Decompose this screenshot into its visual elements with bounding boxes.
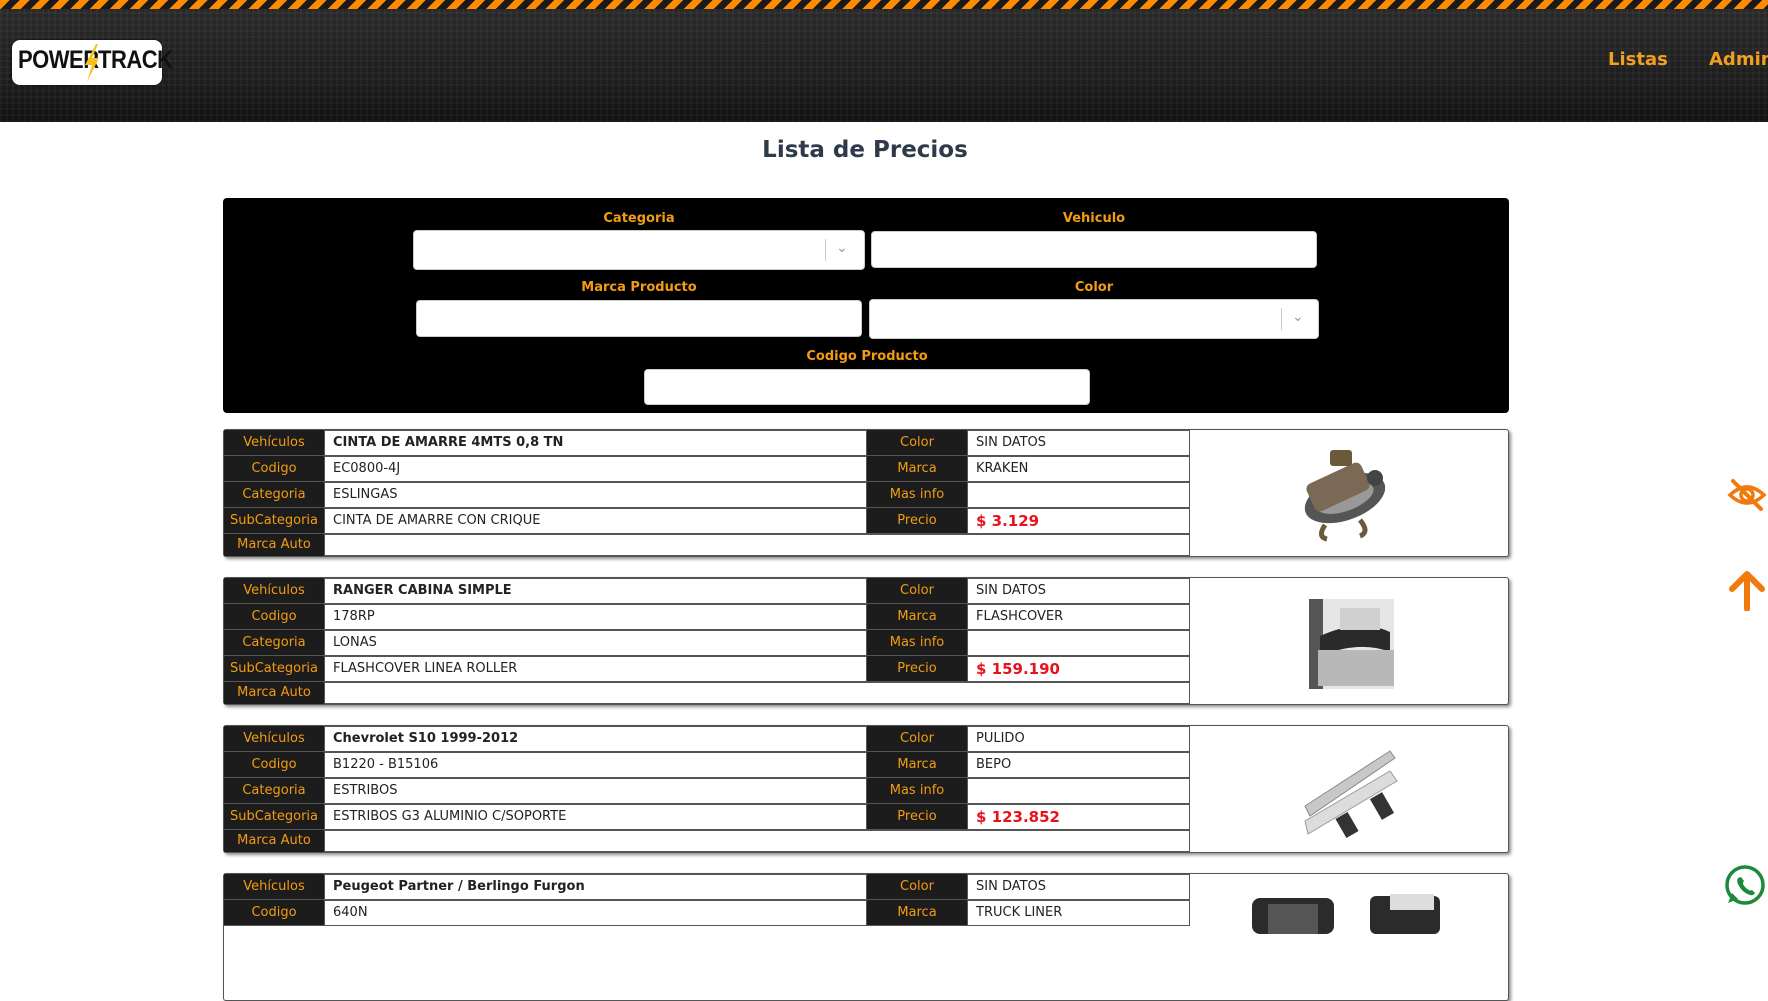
precio-value: $ 159.190 <box>967 656 1190 682</box>
product-card: Vehículos CINTA DE AMARRE 4MTS 0,8 TN Co… <box>223 429 1509 557</box>
vehiculos-label: Vehículos <box>224 430 324 456</box>
marca-auto-value <box>324 534 1190 556</box>
vehiculos-label: Vehículos <box>224 874 324 900</box>
precio-label: Precio <box>867 508 967 534</box>
marca-producto-input[interactable] <box>416 300 862 337</box>
categoria-label: Categoria <box>224 778 324 804</box>
subcategoria-value: ESTRIBOS G3 ALUMINIO C/SOPORTE <box>324 804 867 830</box>
hazard-stripe <box>0 0 1768 9</box>
running-board-image <box>1304 750 1398 839</box>
color-label: Color <box>867 578 967 604</box>
vehiculos-value: CINTA DE AMARRE 4MTS 0,8 TN <box>324 430 867 456</box>
marca-auto-label: Marca Auto <box>224 830 324 852</box>
tonneau-cover-image <box>1309 599 1394 689</box>
vehiculos-value: Peugeot Partner / Berlingo Furgon <box>324 874 867 900</box>
subcategoria-value: FLASHCOVER LINEA ROLLER <box>324 656 867 682</box>
color-value: PULIDO <box>967 726 1190 752</box>
precio-value: $ 3.129 <box>967 508 1190 534</box>
arrow-up-icon[interactable] <box>1728 569 1766 615</box>
codigo-value: EC0800-4J <box>324 456 867 482</box>
color-select[interactable]: ⌄ <box>869 299 1319 339</box>
marca-auto-value <box>324 682 1190 704</box>
marca-producto-label: Marca Producto <box>581 280 697 295</box>
color-label: Color <box>867 430 967 456</box>
subcategoria-label: SubCategoria <box>224 804 324 830</box>
categoria-label: Categoria <box>224 630 324 656</box>
precio-label: Precio <box>867 804 967 830</box>
categoria-value: ESTRIBOS <box>324 778 867 804</box>
color-label: Color <box>1074 280 1114 295</box>
whatsapp-icon[interactable] <box>1722 863 1768 913</box>
vehiculos-value: Chevrolet S10 1999-2012 <box>324 726 867 752</box>
select-separator <box>825 239 826 261</box>
codigo-value: 640N <box>324 900 867 926</box>
marca-label: Marca <box>867 456 967 482</box>
subcategoria-label: SubCategoria <box>224 656 324 682</box>
marca-auto-label: Marca Auto <box>224 534 324 556</box>
codigo-value: B1220 - B15106 <box>324 752 867 778</box>
codigo-label: Codigo <box>224 900 324 926</box>
ratchet-strap-image <box>1304 450 1386 542</box>
chevron-down-icon[interactable]: ⌄ <box>1292 309 1304 325</box>
codigo-label: Codigo <box>224 752 324 778</box>
product-image[interactable] <box>1190 578 1508 704</box>
marca-label: Marca <box>867 604 967 630</box>
product-card: Vehículos RANGER CABINA SIMPLE Color SIN… <box>223 577 1509 705</box>
vehiculos-label: Vehículos <box>224 726 324 752</box>
mas-info-value[interactable] <box>967 778 1190 804</box>
categoria-select[interactable]: ⌄ <box>413 230 865 270</box>
product-image[interactable] <box>1190 874 1508 1000</box>
categoria-label: Categoria <box>603 211 675 226</box>
marca-value: BEPO <box>967 752 1190 778</box>
mas-info-value[interactable] <box>967 482 1190 508</box>
codigo-label: Codigo <box>224 456 324 482</box>
logo[interactable]: POWER TRACK <box>12 40 173 85</box>
nav-listas[interactable]: Listas <box>1608 49 1668 70</box>
product-card: Vehículos Chevrolet S10 1999-2012 Color … <box>223 725 1509 853</box>
chevron-down-icon[interactable]: ⌄ <box>836 240 848 256</box>
vehiculos-label: Vehículos <box>224 578 324 604</box>
subcategoria-value: CINTA DE AMARRE CON CRIQUE <box>324 508 867 534</box>
select-separator <box>1281 308 1282 330</box>
precio-value: $ 123.852 <box>967 804 1190 830</box>
codigo-producto-label: Codigo Producto <box>806 349 928 364</box>
categoria-value: LONAS <box>324 630 867 656</box>
subcategoria-label: SubCategoria <box>224 508 324 534</box>
marca-label: Marca <box>867 900 967 926</box>
nav-admin[interactable]: Admin <box>1709 49 1768 70</box>
codigo-label: Codigo <box>224 604 324 630</box>
marca-value: FLASHCOVER <box>967 604 1190 630</box>
color-label: Color <box>867 874 967 900</box>
mas-info-label: Mas info <box>867 778 967 804</box>
codigo-producto-input[interactable] <box>644 369 1090 405</box>
color-value: SIN DATOS <box>967 430 1190 456</box>
marca-value: KRAKEN <box>967 456 1190 482</box>
codigo-value: 178RP <box>324 604 867 630</box>
mas-info-label: Mas info <box>867 482 967 508</box>
color-label: Color <box>867 726 967 752</box>
vehiculo-input[interactable] <box>871 231 1317 268</box>
categoria-value: ESLINGAS <box>324 482 867 508</box>
header: POWER TRACK Listas Admin <box>0 0 1768 122</box>
color-value: SIN DATOS <box>967 578 1190 604</box>
product-image[interactable] <box>1190 430 1508 556</box>
marca-value: TRUCK LINER <box>967 900 1190 926</box>
marca-label: Marca <box>867 752 967 778</box>
mas-info-label: Mas info <box>867 630 967 656</box>
vehiculos-value: RANGER CABINA SIMPLE <box>324 578 867 604</box>
page-title: Lista de Precios <box>762 137 968 163</box>
filters-panel: Categoria ⌄ Vehiculo Marca Producto Colo… <box>223 198 1509 413</box>
product-image[interactable] <box>1190 726 1508 852</box>
color-value: SIN DATOS <box>967 874 1190 900</box>
truck-liner-image <box>1252 894 1440 934</box>
eye-slash-icon[interactable] <box>1727 475 1767 519</box>
vehiculo-label: Vehiculo <box>1062 211 1126 226</box>
product-card: Vehículos Peugeot Partner / Berlingo Fur… <box>223 873 1509 1001</box>
precio-label: Precio <box>867 656 967 682</box>
categoria-label: Categoria <box>224 482 324 508</box>
logo-text-track: TRACK <box>98 45 173 74</box>
mas-info-value[interactable] <box>967 630 1190 656</box>
marca-auto-label: Marca Auto <box>224 682 324 704</box>
marca-auto-value <box>324 830 1190 852</box>
